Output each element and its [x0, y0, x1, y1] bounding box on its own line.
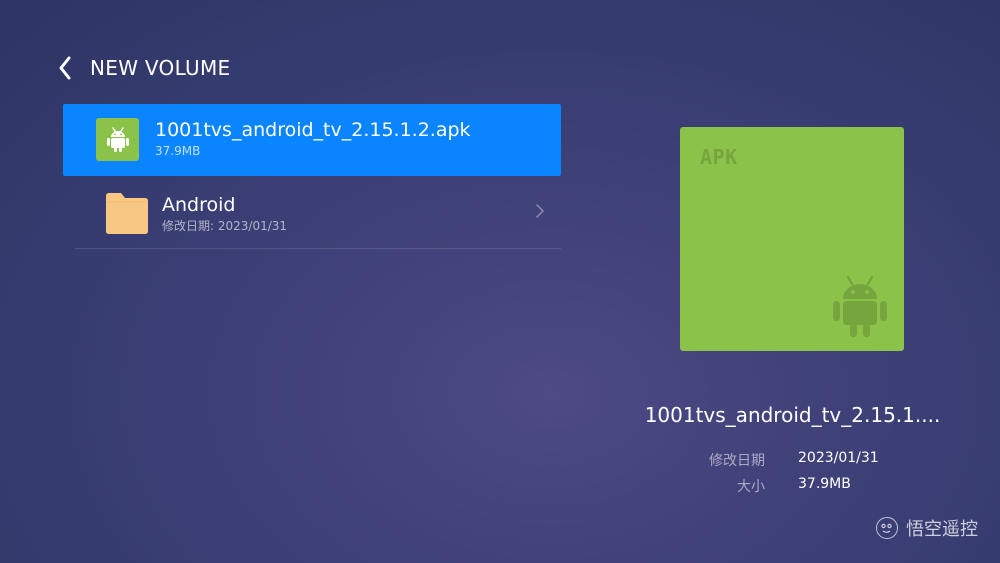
chevron-right-icon — [536, 204, 544, 218]
detail-value-modified: 2023/01/31 — [798, 450, 879, 466]
folder-icon — [106, 193, 148, 234]
folder-name: Android — [162, 194, 236, 216]
list-item-folder[interactable]: Android 修改日期: 2023/01/31 — [75, 176, 561, 249]
detail-row-modified: 修改日期 2023/01/31 — [640, 450, 945, 470]
file-type-badge: APK — [700, 145, 738, 169]
list-item-apk[interactable]: 1001tvs_android_tv_2.15.1.2.apk 37.9MB — [63, 104, 561, 176]
file-size: 37.9MB — [155, 144, 201, 158]
file-name: 1001tvs_android_tv_2.15.1.2.apk — [155, 119, 471, 141]
back-button[interactable]: NEW VOLUME — [58, 52, 230, 84]
detail-value-size: 37.9MB — [798, 476, 851, 492]
preview-file-name: 1001tvs_android_tv_2.15.1.... — [644, 403, 941, 427]
watermark-text: 悟空遥控 — [906, 519, 978, 540]
folder-modified-date: 修改日期: 2023/01/31 — [162, 219, 288, 233]
detail-label-modified: 修改日期 — [709, 453, 765, 469]
detail-label-size: 大小 — [737, 479, 765, 495]
page-title: NEW VOLUME — [90, 56, 231, 80]
android-apk-icon — [96, 118, 139, 161]
chevron-left-icon — [59, 56, 71, 80]
detail-row-size: 大小 37.9MB — [640, 476, 945, 496]
watermark: 悟空遥控 — [876, 515, 978, 541]
android-icon — [833, 275, 887, 337]
file-list: 1001tvs_android_tv_2.15.1.2.apk 37.9MB A… — [63, 104, 561, 249]
file-preview-thumbnail: APK — [680, 127, 904, 351]
monkey-logo-icon — [876, 517, 898, 539]
